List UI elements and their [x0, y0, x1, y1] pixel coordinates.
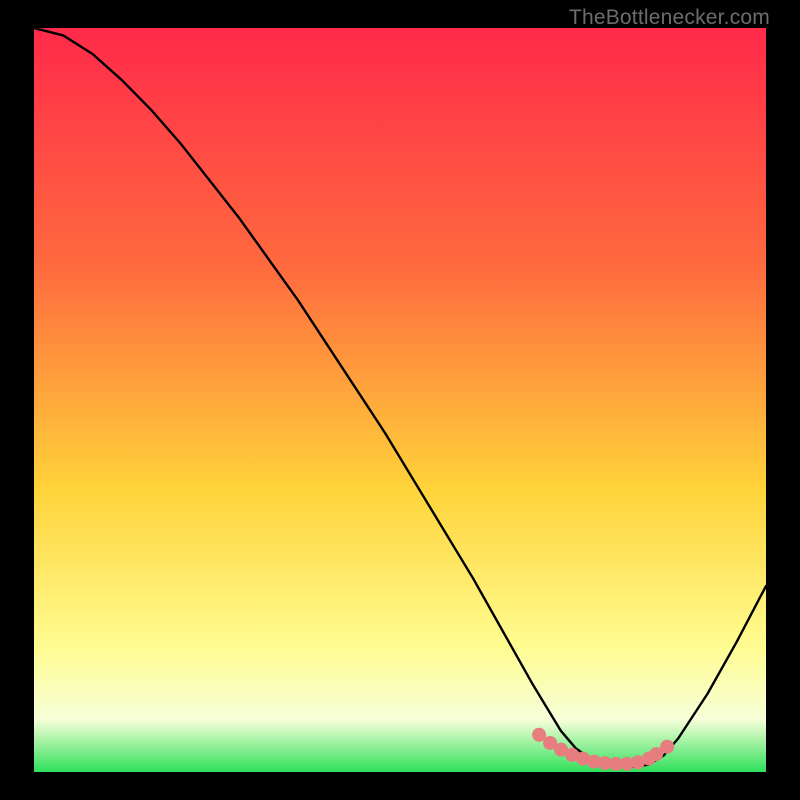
optimal-marker [660, 740, 674, 754]
chart-plot-area [34, 28, 766, 772]
chart-frame [34, 28, 766, 772]
watermark-text: TheBottlenecker.com [569, 6, 770, 30]
bottleneck-chart [34, 28, 766, 772]
gradient-background [34, 28, 766, 772]
